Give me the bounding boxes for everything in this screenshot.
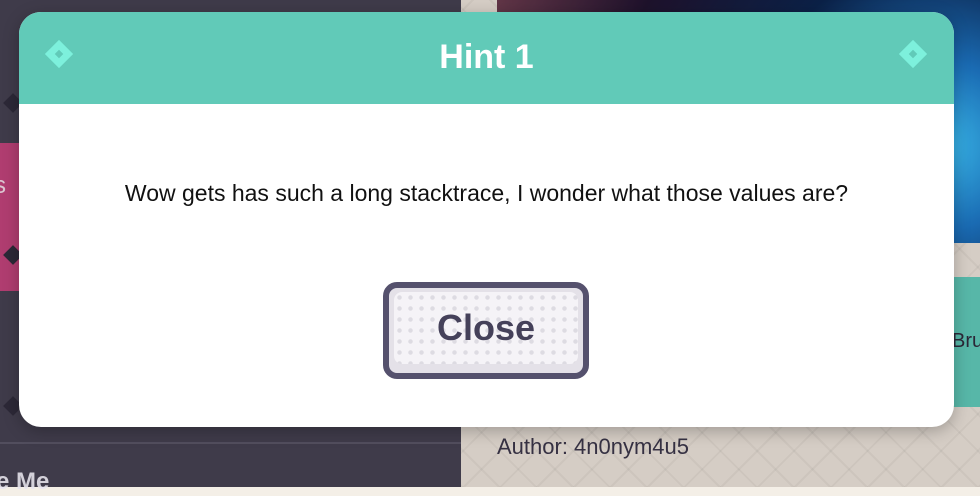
close-button-face: Close (394, 292, 578, 364)
close-button-label: Close (436, 307, 536, 348)
modal-header: Hint 1 (19, 12, 954, 104)
close-button[interactable]: Close (383, 282, 589, 379)
hint-modal: Hint 1 Wow gets has such a long stacktra… (19, 12, 954, 427)
hint-text: Wow gets has such a long stacktrace, I w… (124, 180, 849, 206)
modal-title: Hint 1 (439, 38, 534, 76)
